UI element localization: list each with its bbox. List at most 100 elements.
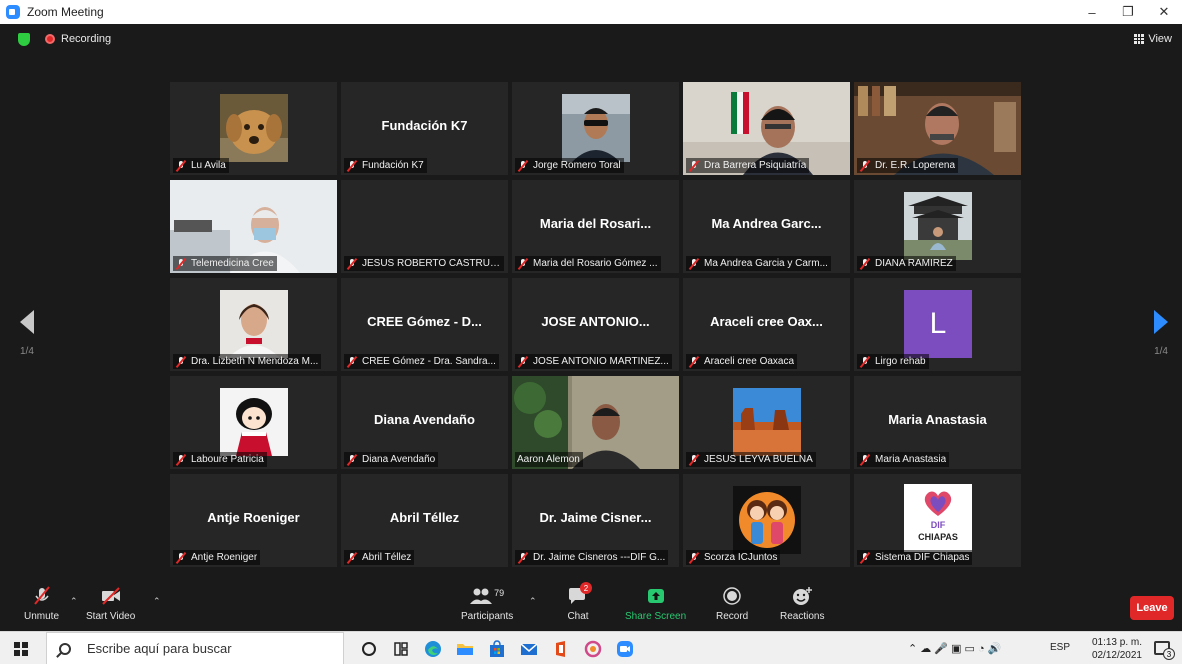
participant-tile[interactable]: Jorge Romero Toral: [512, 82, 679, 175]
participant-display-name: JOSE ANTONIO...: [541, 314, 650, 329]
participant-tile[interactable]: DIF CHIAPAS Sistema DIF Chiapas: [854, 474, 1021, 567]
participant-tile[interactable]: Telemedicina Cree: [170, 180, 337, 273]
participant-tile[interactable]: L Lirgo rehab: [854, 278, 1021, 371]
profile-picture-dog: [220, 94, 288, 162]
participants-options-caret[interactable]: ⌃: [529, 596, 537, 607]
reactions-button[interactable]: Reactions: [780, 586, 824, 622]
mic-muted-icon: [688, 258, 700, 270]
participant-tile[interactable]: DIANA RAMIREZ: [854, 180, 1021, 273]
view-button[interactable]: View: [1134, 33, 1172, 45]
participant-tile[interactable]: Maria Anastasia Maria Anastasia: [854, 376, 1021, 469]
search-icon: [59, 642, 71, 655]
participant-tile[interactable]: Dra Barrera Psiquiatría: [683, 82, 850, 175]
participant-tile[interactable]: Fundación K7 Fundación K7: [341, 82, 508, 175]
participant-name-label: Lirgo rehab: [857, 354, 929, 369]
mic-muted-icon: [517, 552, 529, 564]
mic-muted-icon: [175, 356, 187, 368]
letter-avatar: L: [904, 290, 972, 358]
task-view-icon[interactable]: [392, 640, 410, 658]
participant-tile[interactable]: Lu Avila: [170, 82, 337, 175]
participant-name-label: Maria del Rosario Gómez ...: [515, 256, 661, 271]
arrow-right-icon[interactable]: [1154, 310, 1168, 334]
participant-tile[interactable]: Dr. Jaime Cisner... Dr. Jaime Cisneros -…: [512, 474, 679, 567]
microphone-muted-icon: [33, 586, 50, 605]
participant-tile[interactable]: Antje Roeniger Antje Roeniger: [170, 474, 337, 567]
zoom-taskbar-icon[interactable]: [616, 640, 634, 658]
participant-tile[interactable]: Dr. E.R. Loperena: [854, 82, 1021, 175]
participant-name-label: Telemedicina Cree: [173, 256, 277, 271]
record-icon: [723, 587, 741, 605]
participant-name-label: Dr. Jaime Cisneros ---DIF G...: [515, 550, 669, 565]
file-explorer-icon[interactable]: [456, 640, 474, 658]
store-icon[interactable]: [488, 640, 506, 658]
participant-tile[interactable]: Dra. Lizbeth N Mendoza M...: [170, 278, 337, 371]
arrow-left-icon[interactable]: [20, 310, 34, 334]
notification-center-icon[interactable]: 3: [1154, 641, 1175, 660]
leave-button[interactable]: Leave: [1130, 596, 1174, 620]
mic-muted-icon: [175, 454, 187, 466]
unmute-button[interactable]: Unmute: [24, 586, 59, 622]
participant-tile[interactable]: Diana Avendaño Diana Avendaño: [341, 376, 508, 469]
mic-muted-icon: [175, 552, 187, 564]
photos-app-icon[interactable]: [584, 640, 602, 658]
clock-time: 01:13 p. m.: [1091, 637, 1142, 648]
participant-tile[interactable]: CREE Gómez - D... CREE Gómez - Dra. Sand…: [341, 278, 508, 371]
share-screen-button[interactable]: Share Screen: [625, 586, 686, 622]
participants-count: 79: [494, 588, 505, 598]
participant-tile[interactable]: Araceli cree Oax... Araceli cree Oaxaca: [683, 278, 850, 371]
participant-name-label: Sistema DIF Chiapas: [857, 550, 973, 565]
windows-taskbar: Escribe aquí para buscar ⌃ ☁ 🎤 ▣ ▭ ◔ 🔊 E…: [0, 631, 1182, 664]
participant-tile[interactable]: JOSE ANTONIO... JOSE ANTONIO MARTINEZ...: [512, 278, 679, 371]
start-video-button[interactable]: Start Video: [86, 586, 135, 622]
participant-tile[interactable]: JESUS LEYVA BUELNA: [683, 376, 850, 469]
system-clock[interactable]: 01:13 p. m. 02/12/2021: [1092, 636, 1142, 662]
search-placeholder: Escribe aquí para buscar: [87, 641, 232, 656]
cortana-icon[interactable]: [360, 640, 378, 658]
participant-tile[interactable]: Maria del Rosari... Maria del Rosario Gó…: [512, 180, 679, 273]
record-button[interactable]: Record: [716, 586, 748, 622]
windows-start-icon[interactable]: [14, 642, 28, 656]
participant-name-label: Ma Andrea Garcia y Carm...: [686, 256, 831, 271]
participant-tile[interactable]: Laboure Patricia: [170, 376, 337, 469]
gallery-view: Lu Avila Fundación K7 Fundación K7 Jorge…: [170, 82, 1022, 572]
participant-name-label: Abril Téllez: [344, 550, 415, 565]
mic-muted-icon: [859, 258, 871, 270]
chat-unread-badge: 2: [580, 582, 592, 594]
mail-icon[interactable]: [520, 640, 538, 658]
participant-name-label: DIANA RAMIREZ: [857, 256, 956, 271]
office-icon[interactable]: [552, 640, 570, 658]
participant-name-label: Laboure Patricia: [173, 452, 267, 467]
participant-display-name: Araceli cree Oax...: [710, 314, 823, 329]
close-button[interactable]: ✕: [1146, 0, 1182, 24]
next-page-nav[interactable]: 1/4: [1154, 310, 1168, 357]
edge-browser-icon[interactable]: [424, 640, 442, 658]
system-tray: ⌃ ☁ 🎤 ▣ ▭ ◔ 🔊 ESP 01:13 p. m. 02/12/2021…: [902, 632, 1182, 664]
participant-display-name: Antje Roeniger: [207, 510, 300, 525]
mic-muted-icon: [175, 258, 187, 270]
participant-display-name: Abril Téllez: [389, 510, 460, 525]
participant-tile[interactable]: Abril Téllez Abril Téllez: [341, 474, 508, 567]
participant-name-label: Dra. Lizbeth N Mendoza M...: [173, 354, 322, 369]
participant-name-label: Diana Avendaño: [344, 452, 439, 467]
logo-subtext: CHIAPAS: [918, 532, 958, 542]
participants-button[interactable]: 79 Participants: [461, 586, 513, 622]
taskbar-search-box[interactable]: Escribe aquí para buscar: [46, 632, 344, 664]
active-speaker-tile[interactable]: Aaron Alemon: [512, 376, 679, 469]
profile-picture-desert: [733, 388, 801, 456]
security-shield-icon[interactable]: [18, 33, 30, 46]
profile-picture-temple: [904, 192, 972, 260]
participant-tile[interactable]: JESUS ROBERTO CASTRUIT...: [341, 180, 508, 273]
participant-tile[interactable]: Scorza ICJuntos: [683, 474, 850, 567]
mic-muted-icon: [859, 356, 871, 368]
audio-options-caret[interactable]: ⌃: [70, 596, 78, 607]
previous-page-nav[interactable]: 1/4: [20, 310, 34, 357]
mic-muted-icon: [175, 160, 187, 172]
video-options-caret[interactable]: ⌃: [153, 596, 161, 607]
restore-button[interactable]: ❐: [1110, 0, 1146, 24]
language-indicator[interactable]: ESP: [1050, 642, 1070, 653]
tray-icons[interactable]: ⌃ ☁ 🎤 ▣ ▭ ◔ 🔊: [908, 642, 1001, 655]
participant-tile[interactable]: Ma Andrea Garc... Ma Andrea Garcia y Car…: [683, 180, 850, 273]
mic-muted-icon: [688, 160, 700, 172]
minimize-button[interactable]: –: [1074, 0, 1110, 24]
chat-button[interactable]: 2 Chat: [566, 582, 592, 622]
